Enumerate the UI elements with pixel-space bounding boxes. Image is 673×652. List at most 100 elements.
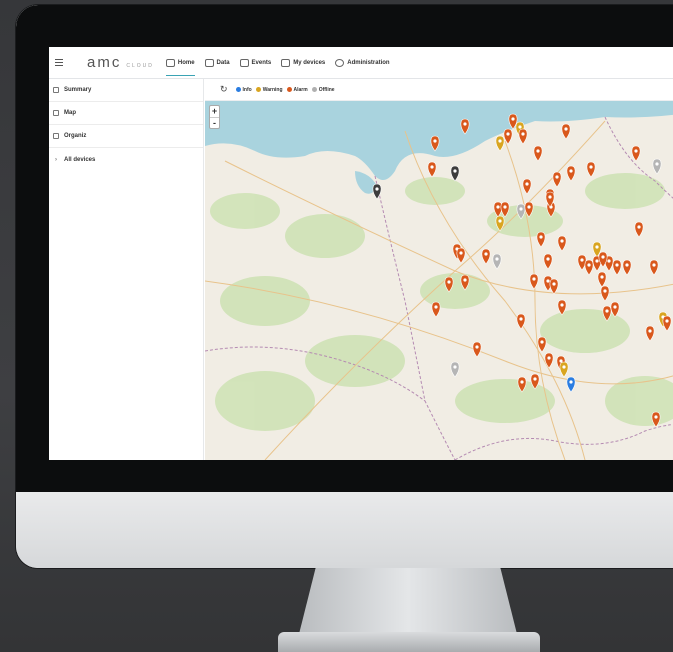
nav-my-devices[interactable]: My devices — [281, 47, 325, 79]
nav-events[interactable]: Events — [239, 47, 272, 79]
device-marker-alarm[interactable] — [600, 285, 610, 302]
alarm-dot-icon — [286, 87, 292, 92]
sidebar-item-summary[interactable]: Summary — [49, 79, 203, 102]
device-marker-alarm[interactable] — [522, 178, 532, 195]
device-marker-dark[interactable] — [450, 165, 460, 182]
device-marker-alarm[interactable] — [634, 221, 644, 238]
marker-center-dot — [607, 259, 611, 263]
legend-warning[interactable]: Warning — [255, 87, 283, 93]
device-marker-alarm[interactable] — [427, 161, 437, 178]
map-icon — [53, 110, 59, 116]
device-marker-warning[interactable] — [495, 135, 505, 152]
marker-center-dot — [547, 356, 551, 360]
device-marker-alarm[interactable] — [649, 259, 659, 276]
marker-center-dot — [637, 225, 641, 229]
marker-center-dot — [495, 257, 499, 261]
device-marker-alarm[interactable] — [566, 165, 576, 182]
sidebar-item-organization[interactable]: Organiz — [49, 125, 203, 148]
zoom-in-button[interactable]: + — [210, 106, 219, 117]
top-bar: amc CLOUD Home Data Events My devices Ad… — [49, 47, 673, 79]
device-marker-alarm[interactable] — [456, 247, 466, 264]
refresh-icon[interactable]: ↻ — [220, 84, 228, 95]
marker-center-dot — [498, 219, 502, 223]
marker-center-dot — [496, 205, 500, 209]
device-marker-alarm[interactable] — [529, 273, 539, 290]
legend-offline[interactable]: Offline — [311, 87, 335, 93]
marker-center-dot — [375, 187, 379, 191]
hamburger-menu-icon[interactable] — [55, 59, 77, 66]
device-marker-alarm[interactable] — [533, 145, 543, 162]
marker-center-dot — [453, 169, 457, 173]
marker-center-dot — [601, 255, 605, 259]
marker-center-dot — [552, 282, 556, 286]
marker-center-dot — [654, 415, 658, 419]
marker-center-dot — [569, 380, 573, 384]
device-marker-info[interactable] — [566, 376, 576, 393]
marker-center-dot — [498, 139, 502, 143]
marker-center-dot — [555, 175, 559, 179]
nav-data[interactable]: Data — [204, 47, 230, 79]
nav-home[interactable]: Home — [165, 47, 195, 79]
device-map[interactable]: + - — [205, 101, 673, 460]
device-marker-alarm[interactable] — [518, 128, 528, 145]
device-marker-alarm[interactable] — [472, 341, 482, 358]
device-marker-alarm[interactable] — [586, 161, 596, 178]
device-marker-alarm[interactable] — [431, 301, 441, 318]
marker-center-dot — [652, 263, 656, 267]
marker-center-dot — [430, 165, 434, 169]
sidebar-item-map[interactable]: Map — [49, 102, 203, 125]
marker-center-dot — [564, 127, 568, 131]
device-marker-alarm[interactable] — [584, 259, 594, 276]
nav-administration[interactable]: Administration — [335, 47, 390, 79]
marker-center-dot — [560, 239, 564, 243]
marker-center-dot — [540, 340, 544, 344]
data-chart-icon — [204, 58, 214, 67]
device-marker-alarm[interactable] — [577, 254, 587, 271]
map-legend: Info Warning Alarm Offline — [235, 87, 335, 93]
marker-center-dot — [519, 207, 523, 211]
device-marker-alarm[interactable] — [549, 278, 559, 295]
device-marker-offline[interactable] — [652, 158, 662, 175]
device-marker-alarm[interactable] — [645, 325, 655, 342]
device-marker-alarm[interactable] — [557, 235, 567, 252]
app-logo[interactable]: amc CLOUD — [87, 54, 154, 71]
device-marker-alarm[interactable] — [612, 259, 622, 276]
marker-center-dot — [453, 365, 457, 369]
marker-center-dot — [605, 309, 609, 313]
device-marker-alarm[interactable] — [597, 271, 607, 288]
marker-center-dot — [546, 279, 550, 283]
marker-center-dot — [527, 205, 531, 209]
sidebar-item-all-devices[interactable]: › All devices — [49, 148, 203, 171]
zoom-out-button[interactable]: - — [210, 117, 219, 128]
marker-center-dot — [520, 380, 524, 384]
marker-center-dot — [511, 117, 515, 121]
marker-center-dot — [595, 245, 599, 249]
device-marker-alarm[interactable] — [537, 336, 547, 353]
warning-dot-icon — [255, 87, 261, 92]
marker-center-dot — [655, 162, 659, 166]
monitor-stand-base — [278, 632, 540, 652]
marker-center-dot — [546, 257, 550, 261]
marker-center-dot — [560, 303, 564, 307]
device-marker-alarm[interactable] — [544, 352, 554, 369]
legend-info[interactable]: Info — [235, 87, 252, 93]
nav-label: Events — [251, 59, 272, 66]
device-marker-alarm[interactable] — [552, 171, 562, 188]
marker-center-dot — [600, 275, 604, 279]
device-marker-alarm[interactable] — [662, 315, 672, 332]
device-marker-alarm[interactable] — [543, 253, 553, 270]
legend-alarm[interactable]: Alarm — [286, 87, 308, 93]
device-marker-offline[interactable] — [492, 253, 502, 270]
nav-label: Administration — [347, 59, 390, 66]
marker-center-dot — [519, 317, 523, 321]
marker-center-dot — [613, 305, 617, 309]
device-marker-offline[interactable] — [450, 361, 460, 378]
device-marker-alarm[interactable] — [536, 231, 546, 248]
device-marker-alarm[interactable] — [561, 123, 571, 140]
device-marker-alarm[interactable] — [631, 145, 641, 162]
device-marker-alarm[interactable] — [481, 248, 491, 265]
device-marker-warning[interactable] — [559, 361, 569, 378]
device-marker-alarm[interactable] — [622, 259, 632, 276]
marker-center-dot — [569, 169, 573, 173]
sidebar-item-label: Map — [64, 110, 76, 116]
